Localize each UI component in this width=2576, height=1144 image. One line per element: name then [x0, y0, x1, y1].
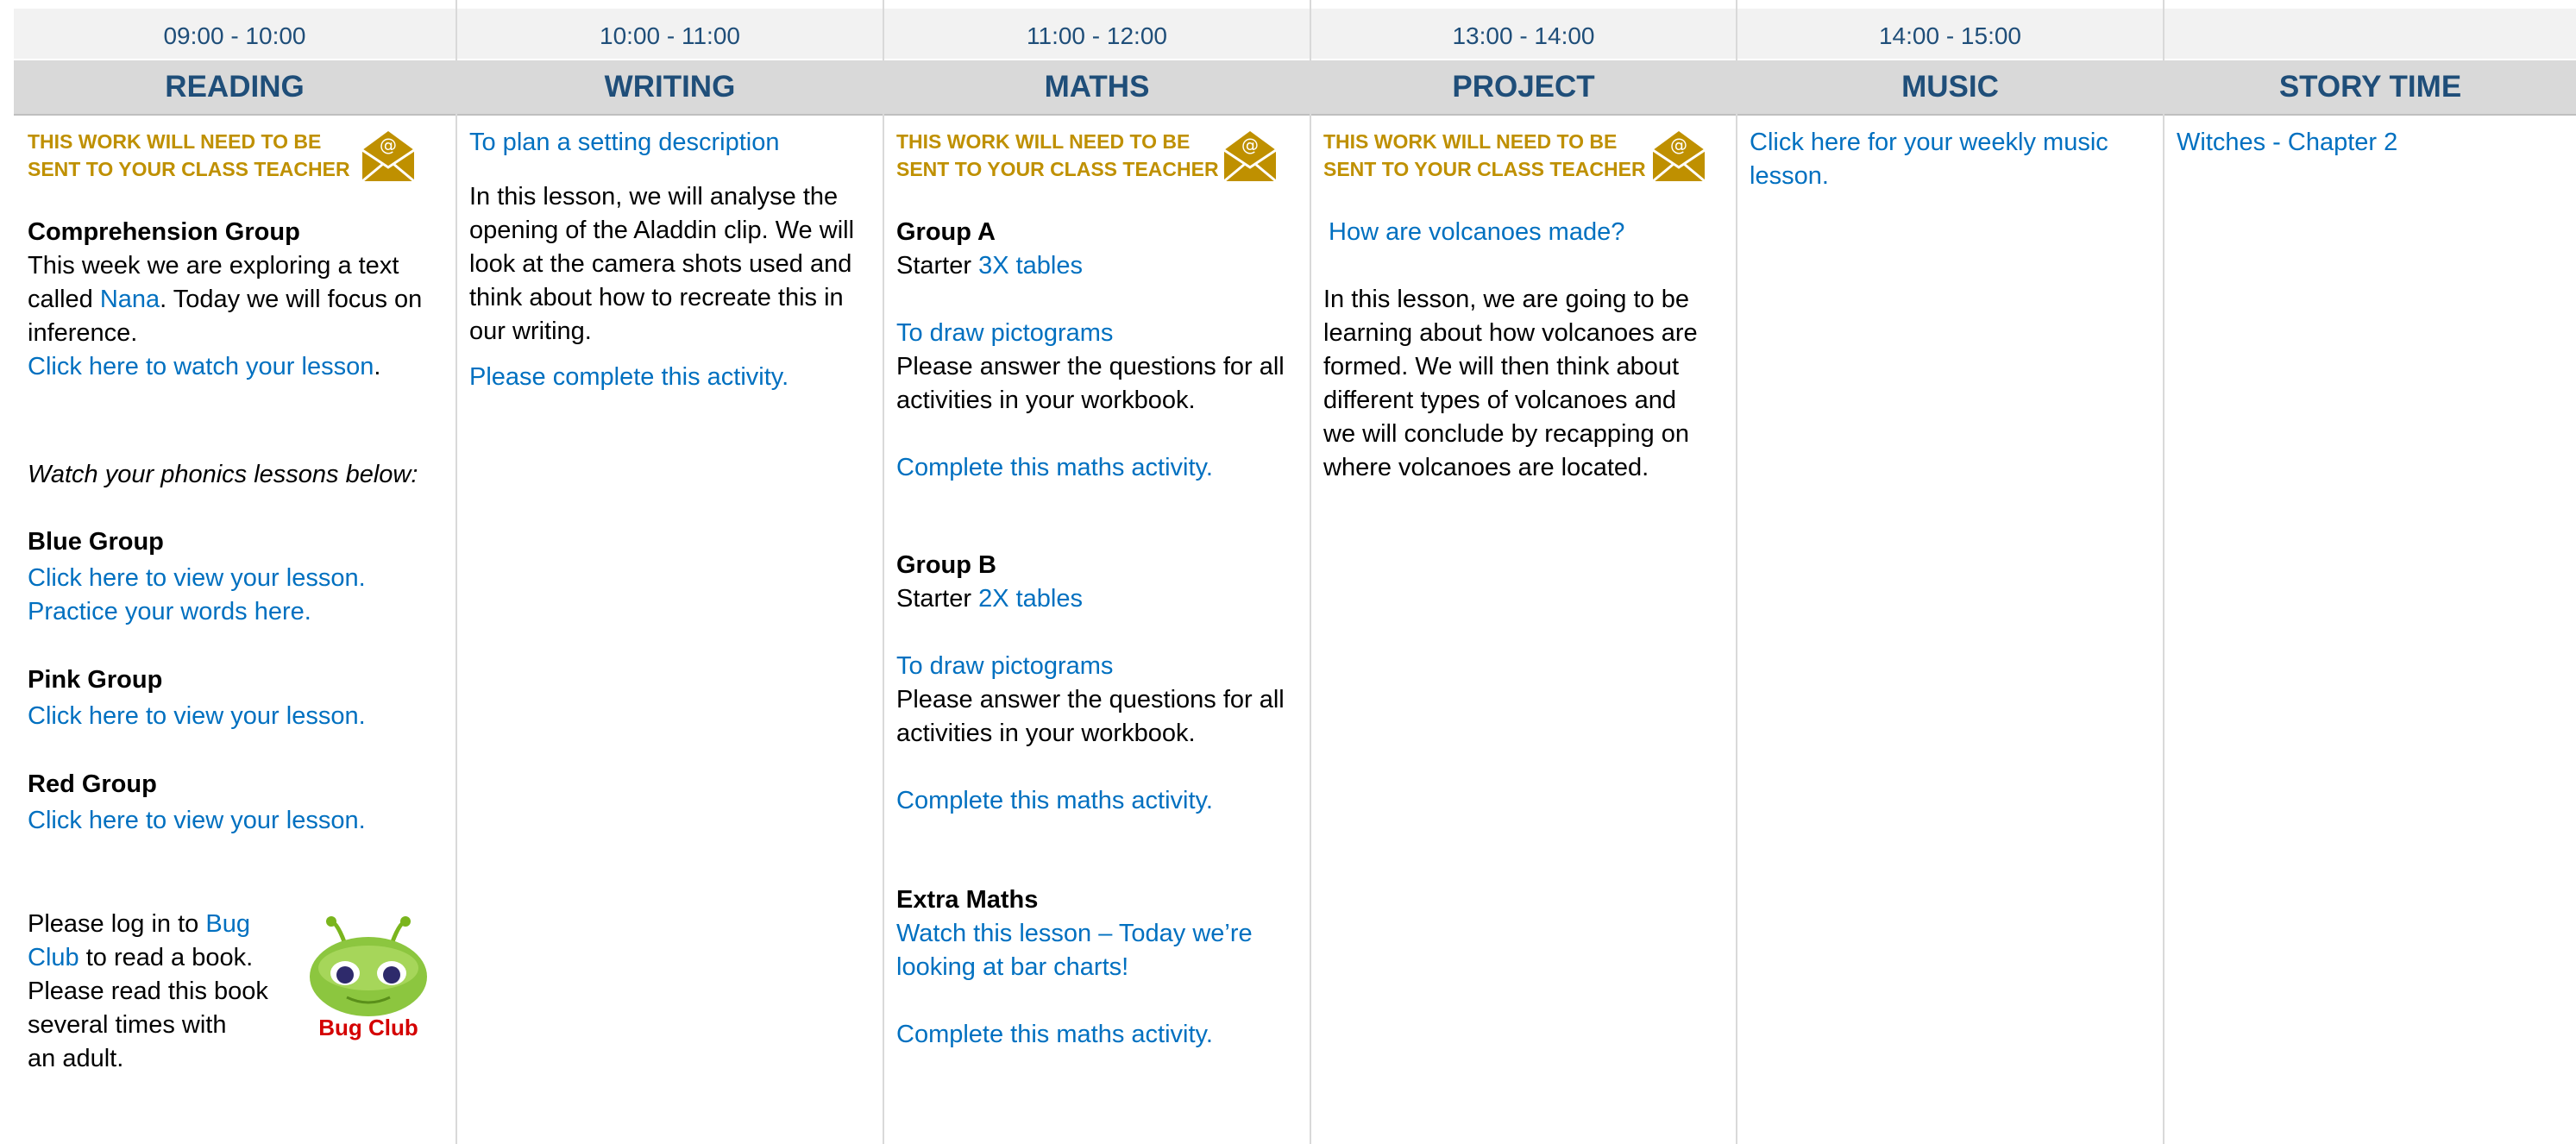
group-b-tables-link[interactable]: 2X tables [978, 585, 1083, 613]
subject-heading: WRITING [457, 60, 883, 116]
subject-heading: MATHS [884, 60, 1310, 116]
time-slot: 10:00 - 11:00 [457, 9, 883, 59]
music-lesson-link[interactable]: Click here for your weekly music [1750, 126, 2149, 160]
subject-heading: PROJECT [1311, 60, 1736, 116]
bug-club-text: Please log in to Bug Club to read a book… [28, 910, 268, 1072]
svg-text:@: @ [380, 135, 397, 155]
maths-content: THIS WORK WILL NEED TO BE SENT TO YOUR C… [896, 123, 1301, 1132]
group-b: Group B Starter 2X tables To draw pictog… [896, 549, 1285, 818]
column-reading: 09:00 - 10:00 READING THIS WORK WILL NEE… [14, 0, 456, 1144]
bug-club-logo[interactable]: Bug Club [304, 915, 433, 1044]
group-b-complete-link[interactable]: Complete this maths activity. [896, 784, 1285, 818]
pink-group-heading: Pink Group [28, 666, 163, 694]
story-chapter-link[interactable]: Witches - Chapter 2 [2177, 126, 2562, 160]
bug-club-logo-text: Bug Club [318, 1015, 418, 1040]
column-music: 14:00 - 15:00 MUSIC Click here for your … [1736, 0, 2163, 1144]
watch-lesson-line: Click here to watch your lesson. [28, 353, 381, 380]
subject-heading: READING [14, 60, 456, 116]
comprehension-heading: Comprehension Group [28, 218, 300, 246]
music-lesson-link[interactable]: lesson. [1750, 160, 2149, 193]
watch-lesson-link[interactable]: Click here to watch your lesson [28, 353, 374, 380]
column-story-time: STORY TIME Witches - Chapter 2 [2163, 0, 2576, 1144]
project-description: In this lesson, we are going to be learn… [1323, 286, 1698, 481]
envelope-at-icon[interactable]: @ [1221, 128, 1279, 183]
bug-club-link[interactable]: Club [28, 944, 79, 971]
column-project: 13:00 - 14:00 PROJECT THIS WORK WILL NEE… [1310, 0, 1736, 1144]
blue-lesson-link[interactable]: Click here to view your lesson. [28, 562, 366, 595]
subject-heading: STORY TIME [2164, 60, 2576, 116]
phonics-heading: Watch your phonics lessons below: [28, 461, 418, 488]
time-slot: 09:00 - 10:00 [14, 9, 456, 59]
volcano-question-link[interactable]: How are volcanoes made? [1329, 216, 1624, 249]
project-content: THIS WORK WILL NEED TO BE SENT TO YOUR C… [1323, 123, 1727, 1132]
column-maths: 11:00 - 12:00 MATHS THIS WORK WILL NEED … [883, 0, 1310, 1144]
time-slot: 11:00 - 12:00 [884, 9, 1310, 59]
svg-text:@: @ [1670, 135, 1687, 155]
extra-complete-link[interactable]: Complete this maths activity. [896, 1018, 1253, 1052]
music-content: Click here for your weekly music lesson. [1750, 123, 2149, 193]
red-lesson-link[interactable]: Click here to view your lesson. [28, 804, 366, 838]
group-a-tables-link[interactable]: 3X tables [978, 252, 1083, 280]
send-notice: THIS WORK WILL NEED TO BE SENT TO YOUR C… [896, 130, 1219, 180]
reading-content: THIS WORK WILL NEED TO BE SENT TO YOUR C… [28, 123, 447, 1132]
group-a-pictograms-link[interactable]: To draw pictograms [896, 317, 1285, 350]
time-slot: 13:00 - 14:00 [1311, 9, 1736, 59]
envelope-at-icon[interactable]: @ [359, 128, 418, 183]
extra-lesson-link[interactable]: Watch this lesson – Today we’re [896, 917, 1253, 951]
pink-lesson-link[interactable]: Click here to view your lesson. [28, 700, 366, 733]
envelope-at-icon[interactable]: @ [1649, 128, 1708, 183]
subject-heading: MUSIC [1737, 60, 2163, 116]
writing-title-link[interactable]: To plan a setting description [469, 126, 869, 160]
time-slot [2164, 9, 2576, 59]
blue-words-link[interactable]: Practice your words here. [28, 595, 366, 629]
reading-intro-line: inference. [28, 319, 138, 347]
group-a-complete-link[interactable]: Complete this maths activity. [896, 451, 1285, 485]
send-notice: THIS WORK WILL NEED TO BE SENT TO YOUR C… [28, 130, 350, 180]
writing-description: In this lesson, we will analyse the open… [469, 183, 855, 345]
nana-link[interactable]: Nana [100, 286, 160, 313]
bug-club-link[interactable]: Bug [205, 910, 250, 938]
reading-intro-line: called Nana. Today we will focus on [28, 286, 423, 313]
extra-maths: Extra Maths Watch this lesson – Today we… [896, 883, 1253, 1052]
column-writing: 10:00 - 11:00 WRITING To plan a setting … [456, 0, 883, 1144]
story-content: Witches - Chapter 2 [2177, 123, 2562, 160]
extra-lesson-link[interactable]: looking at bar charts! [896, 951, 1253, 984]
reading-intro-line: This week we are exploring a text [28, 252, 399, 280]
time-slot: 14:00 - 15:00 [1737, 9, 2163, 59]
group-b-pictograms-link[interactable]: To draw pictograms [896, 650, 1285, 683]
send-notice: THIS WORK WILL NEED TO BE SENT TO YOUR C… [1323, 130, 1646, 180]
svg-text:@: @ [1241, 135, 1259, 155]
writing-activity-link[interactable]: Please complete this activity. [469, 361, 869, 394]
blue-group-heading: Blue Group [28, 528, 164, 556]
timetable: 09:00 - 10:00 READING THIS WORK WILL NEE… [0, 0, 2576, 1144]
red-group-heading: Red Group [28, 770, 157, 798]
writing-content: To plan a setting description In this le… [469, 123, 869, 394]
group-a: Group A Starter 3X tables To draw pictog… [896, 216, 1285, 485]
